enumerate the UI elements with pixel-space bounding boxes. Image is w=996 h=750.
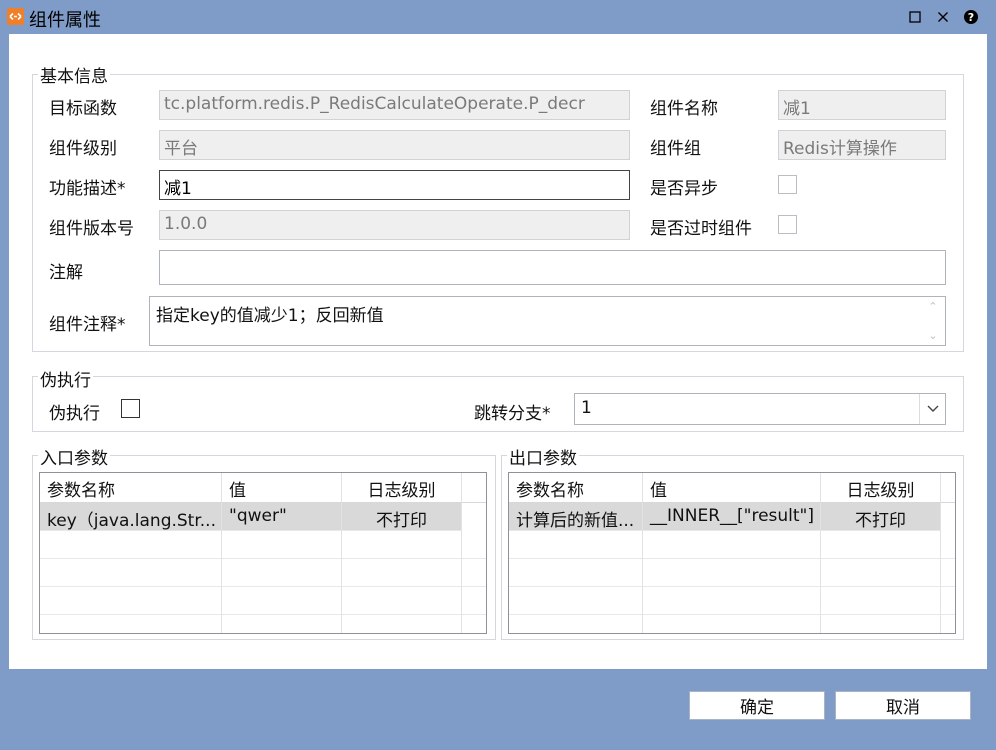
- table-cell[interactable]: key（java.lang.Str...: [40, 503, 222, 531]
- column-header[interactable]: 日志级别: [342, 473, 462, 503]
- input-params-group-label: 入口参数: [38, 444, 110, 469]
- table-header: 参数名称 值 日志级别: [509, 473, 955, 503]
- ok-button[interactable]: 确定: [689, 691, 825, 720]
- column-header[interactable]: 值: [643, 473, 821, 503]
- component-group-label: 组件组: [650, 139, 701, 159]
- version-field[interactable]: 1.0.0: [159, 210, 630, 240]
- obsolete-checkbox[interactable]: [778, 215, 797, 234]
- component-name-label: 组件名称: [650, 99, 718, 119]
- comment-textarea[interactable]: 指定key的值减少1；反回新值 ⌃ ⌄: [149, 296, 946, 346]
- async-label: 是否异步: [650, 179, 718, 199]
- pseudo-exec-checkbox[interactable]: [121, 399, 140, 418]
- obsolete-label: 是否过时组件: [650, 219, 752, 239]
- table-row[interactable]: 计算后的新值... __INNER__["result"] 不打印: [509, 503, 941, 531]
- help-icon[interactable]: ?: [960, 6, 982, 28]
- svg-text:?: ?: [968, 11, 974, 24]
- table-cell[interactable]: "qwer": [222, 503, 342, 531]
- branch-select[interactable]: 1: [574, 393, 946, 425]
- window-title: 组件属性: [29, 10, 101, 31]
- branch-select-value: 1: [581, 398, 592, 418]
- column-header-filler: [462, 473, 486, 503]
- table-cell[interactable]: __INNER__["result"]: [643, 503, 821, 531]
- component-level-field[interactable]: 平台: [159, 130, 630, 160]
- chevron-down-icon[interactable]: [919, 394, 945, 424]
- branch-label: 跳转分支*: [474, 404, 551, 424]
- function-desc-input[interactable]: 减1: [159, 170, 630, 200]
- table-row-empty: [40, 587, 486, 615]
- table-row[interactable]: key（java.lang.Str... "qwer" 不打印: [40, 503, 462, 531]
- comment-label: 组件注释*: [49, 315, 126, 335]
- basic-info-group-label: 基本信息: [38, 62, 110, 87]
- close-icon[interactable]: [932, 6, 954, 28]
- pseudo-exec-label: 伪执行: [49, 404, 100, 424]
- component-group-field[interactable]: Redis计算操作: [778, 130, 946, 160]
- table-row-empty: [509, 587, 955, 615]
- column-header[interactable]: 日志级别: [821, 473, 941, 503]
- table-row-empty: [509, 531, 955, 559]
- table-row-empty: [40, 559, 486, 587]
- annotation-label: 注解: [49, 263, 83, 283]
- input-params-table: 参数名称 值 日志级别 key（java.lang.Str... "qwer" …: [39, 472, 487, 634]
- table-cell[interactable]: 不打印: [821, 503, 941, 531]
- scroll-down-icon[interactable]: ⌄: [928, 329, 937, 342]
- maximize-icon[interactable]: [904, 6, 926, 28]
- app-icon: [7, 8, 24, 25]
- table-row-empty: [40, 531, 486, 559]
- component-level-label: 组件级别: [49, 139, 117, 159]
- pseudo-exec-group-label: 伪执行: [38, 366, 93, 391]
- comment-text: 指定key的值减少1；反回新值: [156, 306, 384, 326]
- column-header-filler: [941, 473, 955, 503]
- column-header[interactable]: 参数名称: [509, 473, 643, 503]
- output-params-group-label: 出口参数: [507, 444, 579, 469]
- component-name-field[interactable]: 减1: [778, 90, 946, 120]
- table-cell[interactable]: 不打印: [342, 503, 462, 531]
- column-header[interactable]: 参数名称: [40, 473, 222, 503]
- scroll-up-icon[interactable]: ⌃: [928, 300, 937, 313]
- version-label: 组件版本号: [49, 219, 134, 239]
- async-checkbox[interactable]: [778, 175, 797, 194]
- table-row-empty: [40, 615, 486, 633]
- annotation-input[interactable]: [159, 250, 946, 285]
- dialog-body: 基本信息 目标函数 tc.platform.redis.P_RedisCalcu…: [9, 34, 987, 669]
- column-header[interactable]: 值: [222, 473, 342, 503]
- table-row-empty: [509, 615, 955, 633]
- output-params-table: 参数名称 值 日志级别 计算后的新值... __INNER__["result"…: [508, 472, 956, 634]
- target-function-label: 目标函数: [49, 99, 117, 119]
- title-bar: 组件属性 ?: [0, 0, 996, 34]
- cancel-button[interactable]: 取消: [835, 691, 971, 720]
- table-header: 参数名称 值 日志级别: [40, 473, 486, 503]
- function-desc-label: 功能描述*: [49, 179, 126, 199]
- table-cell[interactable]: 计算后的新值...: [509, 503, 643, 531]
- target-function-field[interactable]: tc.platform.redis.P_RedisCalculateOperat…: [159, 90, 630, 120]
- comment-scrollbar[interactable]: ⌃ ⌄: [922, 298, 944, 344]
- table-row-empty: [509, 559, 955, 587]
